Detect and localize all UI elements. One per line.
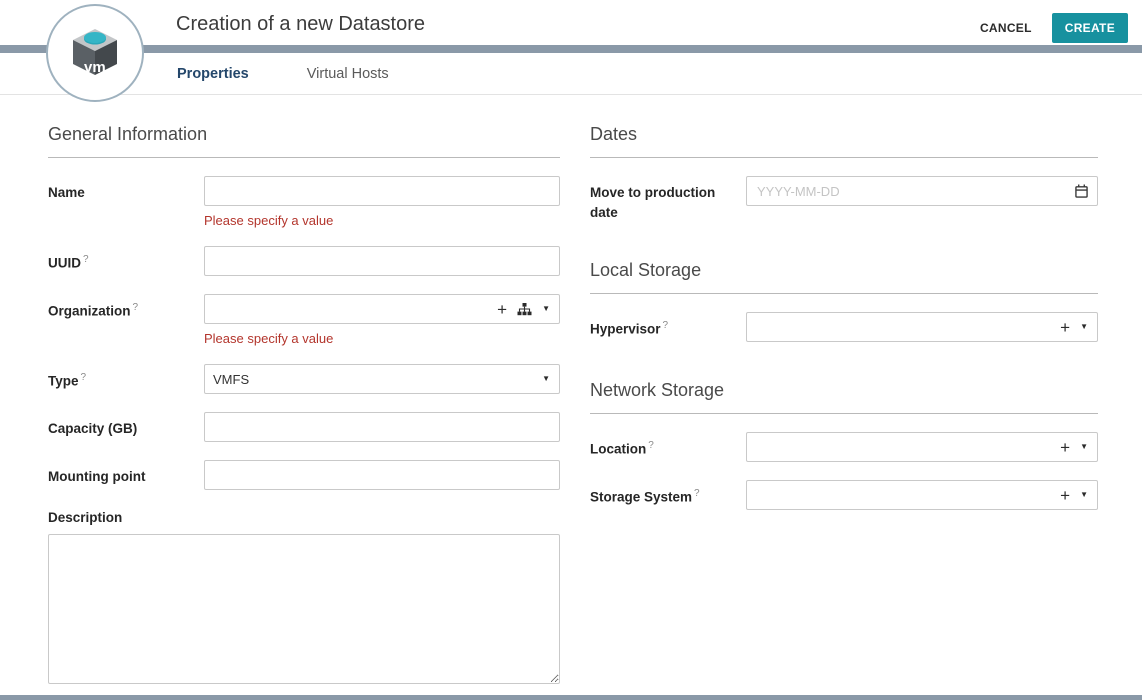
field-uuid: UUID?	[48, 246, 560, 276]
location-input-group: + ▼	[746, 432, 1098, 462]
caret-down-icon: ▼	[1080, 491, 1088, 499]
storage-system-input-group: + ▼	[746, 480, 1098, 510]
type-select[interactable]: VMFS ▼	[204, 364, 560, 394]
location-dropdown-toggle[interactable]: ▼	[1080, 443, 1088, 451]
caret-down-icon: ▼	[542, 305, 550, 313]
mounting-point-input[interactable]	[204, 460, 560, 490]
move-to-production-date-input[interactable]	[755, 177, 1065, 205]
mounting-point-label: Mounting point	[48, 460, 204, 490]
header-divider-bar	[0, 45, 1142, 53]
page-title: Creation of a new Datastore	[176, 13, 425, 36]
field-storage-system: Storage System? + ▼	[590, 480, 1098, 510]
storage-system-help-icon: ?	[694, 488, 700, 499]
section-title-general-information: General Information	[48, 96, 560, 158]
column-right: Dates Move to production date	[590, 96, 1098, 510]
caret-down-icon: ▼	[1080, 443, 1088, 451]
tab-virtual-hosts[interactable]: Virtual Hosts	[307, 66, 389, 82]
section-title-network-storage: Network Storage	[590, 342, 1098, 414]
location-add-button[interactable]: +	[1060, 439, 1070, 456]
plus-icon: +	[1060, 319, 1070, 336]
tab-bar: Properties Virtual Hosts	[0, 53, 1142, 95]
storage-system-input[interactable]	[755, 481, 1050, 509]
field-hypervisor: Hypervisor? + ▼	[590, 312, 1098, 342]
column-left: General Information Name Please specify …	[48, 96, 560, 684]
section-title-dates: Dates	[590, 96, 1098, 158]
plus-icon: +	[497, 301, 507, 318]
form-content: General Information Name Please specify …	[0, 96, 1142, 695]
section-title-local-storage: Local Storage	[590, 222, 1098, 294]
cancel-button[interactable]: CANCEL	[978, 17, 1034, 39]
name-input[interactable]	[204, 176, 560, 206]
organization-tree-browse-button[interactable]	[517, 303, 532, 316]
type-select-value: VMFS	[213, 372, 249, 387]
sitemap-icon	[517, 303, 532, 316]
type-help-icon: ?	[81, 372, 87, 383]
plus-icon: +	[1060, 439, 1070, 456]
uuid-help-icon: ?	[83, 254, 89, 265]
date-input-group	[746, 176, 1098, 206]
field-capacity: Capacity (GB)	[48, 412, 560, 442]
field-move-to-production-date: Move to production date	[590, 176, 1098, 222]
field-location: Location? + ▼	[590, 432, 1098, 462]
storage-system-dropdown-toggle[interactable]: ▼	[1080, 491, 1088, 499]
organization-help-icon: ?	[133, 302, 139, 313]
caret-down-icon: ▼	[1080, 323, 1088, 331]
move-to-production-date-label: Move to production date	[590, 176, 746, 222]
field-type: Type? VMFS ▼	[48, 364, 560, 394]
hypervisor-help-icon: ?	[663, 320, 669, 331]
create-button[interactable]: CREATE	[1052, 13, 1128, 43]
organization-add-button[interactable]: +	[497, 301, 507, 318]
hypervisor-label: Hypervisor?	[590, 312, 746, 342]
organization-dropdown-toggle[interactable]: ▼	[542, 305, 550, 313]
location-label: Location?	[590, 432, 746, 462]
organization-validation-error: Please specify a value	[204, 331, 560, 346]
field-description: Description	[48, 510, 560, 684]
datepicker-button[interactable]	[1075, 184, 1088, 198]
name-label: Name	[48, 176, 204, 228]
svg-text:vm: vm	[84, 59, 106, 76]
organization-input[interactable]	[213, 295, 487, 323]
calendar-icon	[1075, 184, 1088, 198]
datastore-vm-icon: vm	[64, 23, 126, 83]
plus-icon: +	[1060, 487, 1070, 504]
uuid-label: UUID?	[48, 246, 204, 276]
capacity-label: Capacity (GB)	[48, 412, 204, 442]
location-help-icon: ?	[648, 440, 654, 451]
type-label: Type?	[48, 364, 204, 394]
name-validation-error: Please specify a value	[204, 213, 560, 228]
footer-divider-bar	[0, 695, 1142, 700]
uuid-input[interactable]	[204, 246, 560, 276]
field-organization: Organization? +	[48, 294, 560, 346]
location-input[interactable]	[755, 433, 1050, 461]
organization-label: Organization?	[48, 294, 204, 346]
app-logo: vm	[46, 4, 144, 102]
caret-down-icon: ▼	[542, 375, 550, 383]
hypervisor-add-button[interactable]: +	[1060, 319, 1070, 336]
capacity-input[interactable]	[204, 412, 560, 442]
description-label: Description	[48, 510, 560, 525]
description-textarea[interactable]	[48, 534, 560, 684]
field-mounting-point: Mounting point	[48, 460, 560, 490]
tab-properties[interactable]: Properties	[177, 66, 249, 82]
hypervisor-dropdown-toggle[interactable]: ▼	[1080, 323, 1088, 331]
hypervisor-input-group: + ▼	[746, 312, 1098, 342]
header-actions: CANCEL CREATE	[978, 13, 1128, 43]
storage-system-label: Storage System?	[590, 480, 746, 510]
storage-system-add-button[interactable]: +	[1060, 487, 1070, 504]
field-name: Name Please specify a value	[48, 176, 560, 228]
hypervisor-input[interactable]	[755, 313, 1050, 341]
organization-input-group: + ▼	[204, 294, 560, 324]
